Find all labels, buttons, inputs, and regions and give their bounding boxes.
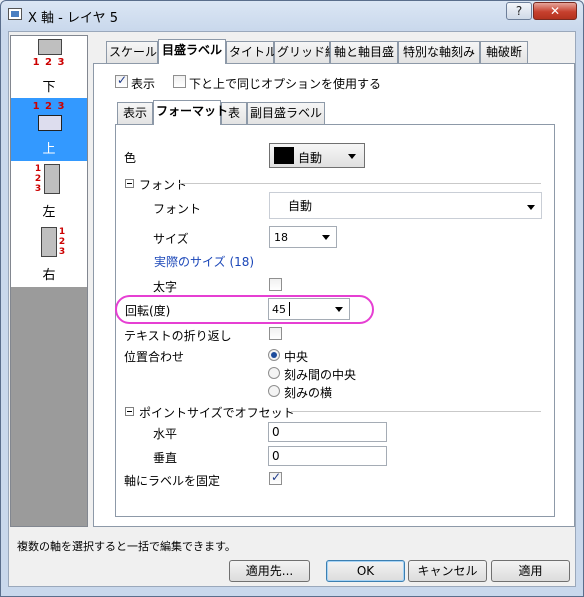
fix-label: 軸にラベルを固定 xyxy=(124,474,221,488)
axis-left-digit: 1 xyxy=(34,164,42,174)
rotation-combobox[interactable]: 45 xyxy=(268,298,350,320)
color-swatch xyxy=(274,147,294,164)
font-section-title: フォント xyxy=(139,178,188,192)
ok-button[interactable]: OK xyxy=(326,560,405,582)
tab-grid-lines[interactable]: グリッド線 xyxy=(274,41,337,63)
color-dropdown[interactable]: 自動 xyxy=(269,143,365,168)
size-label: サイズ xyxy=(153,232,189,246)
align-center-radio[interactable] xyxy=(268,349,280,361)
status-text: 複数の軸を選択すると一括で編集できます。 xyxy=(17,540,236,553)
axis-item-label: 上 xyxy=(42,142,56,157)
color-label: 色 xyxy=(124,151,137,165)
axis-right-digit: 2 xyxy=(58,237,66,247)
window-icon xyxy=(8,8,22,20)
tab-tick-labels[interactable]: 目盛ラベル xyxy=(158,39,226,64)
same-options-checkbox[interactable] xyxy=(173,75,186,88)
tab-title[interactable]: タイトル xyxy=(226,41,277,63)
actual-size-link[interactable]: 実際のサイズ (18) xyxy=(154,253,254,270)
dialog-window: X 軸 - レイヤ 5 ? ✕ 1 2 3 下 1 2 3 上 1 2 3 左 … xyxy=(0,0,584,597)
subtab-minor-tick-labels[interactable]: 副目盛ラベル xyxy=(247,102,325,124)
chevron-down-icon xyxy=(322,235,330,240)
align-label: 位置合わせ xyxy=(124,350,185,364)
axis-top-icon xyxy=(38,115,62,131)
close-button[interactable]: ✕ xyxy=(533,2,577,20)
subtab-format[interactable]: フォーマット xyxy=(153,100,228,125)
axis-left-digit: 3 xyxy=(34,184,42,194)
tab-scale[interactable]: スケール xyxy=(106,41,158,63)
chevron-down-icon xyxy=(348,154,356,159)
bold-checkbox[interactable] xyxy=(269,278,282,291)
size-value: 18 xyxy=(274,231,288,244)
axis-item-left[interactable]: 1 2 3 左 xyxy=(11,161,87,224)
axis-item-label: 左 xyxy=(42,205,56,220)
axis-right-icon xyxy=(41,227,57,257)
horizontal-label: 水平 xyxy=(153,427,178,441)
align-option-label: 中央 xyxy=(284,350,309,364)
font-section-collapse-icon[interactable] xyxy=(125,179,134,188)
font-label: フォント xyxy=(153,202,202,216)
tab-special-ticks[interactable]: 特別な軸刻み xyxy=(398,41,480,63)
font-value: 自動 xyxy=(288,199,313,213)
tab-line-and-ticks[interactable]: 軸と軸目盛 xyxy=(330,41,398,63)
text-cursor xyxy=(289,302,290,316)
same-options-label: 下と上で同じオプションを使用する xyxy=(189,77,382,91)
main-tabs: スケール 目盛ラベル タイトル グリッド線 軸と軸目盛 特別な軸刻み 軸破断 xyxy=(1,39,583,64)
offset-section-divider xyxy=(291,411,541,412)
apply-button[interactable]: 適用 xyxy=(491,560,570,582)
rotation-value[interactable]: 45 xyxy=(272,303,286,316)
cancel-button[interactable]: キャンセル xyxy=(408,560,487,582)
axis-item-top[interactable]: 1 2 3 上 xyxy=(11,98,87,161)
color-value: 自動 xyxy=(298,151,323,165)
font-dropdown[interactable]: 自動 xyxy=(269,192,542,219)
axis-right-digit: 1 xyxy=(58,227,66,237)
align-option-label: 刻みの横 xyxy=(284,386,333,400)
rotation-label: 回転(度) xyxy=(125,304,171,318)
axis-item-right[interactable]: 1 2 3 右 xyxy=(11,224,87,287)
show-labels-label: 表示 xyxy=(131,77,156,91)
axis-list: 1 2 3 下 1 2 3 上 1 2 3 左 1 2 3 右 xyxy=(10,35,88,527)
tab-axis-break[interactable]: 軸破断 xyxy=(480,41,528,63)
axis-right-digit: 3 xyxy=(58,247,66,257)
axis-left-icon xyxy=(44,164,60,194)
align-beside-ticks-radio[interactable] xyxy=(268,385,280,397)
axis-left-digit: 2 xyxy=(34,174,42,184)
offset-section-title: ポイントサイズでオフセット xyxy=(139,406,295,420)
apply-to-button[interactable]: 適用先... xyxy=(229,560,310,582)
title-bar[interactable]: X 軸 - レイヤ 5 ? ✕ xyxy=(1,1,583,29)
fix-labels-checkbox[interactable] xyxy=(269,470,282,485)
font-section-divider xyxy=(179,183,541,184)
vertical-offset-input[interactable]: 0 xyxy=(268,446,387,466)
window-title: X 軸 - レイヤ 5 xyxy=(28,11,119,26)
show-labels-checkbox[interactable] xyxy=(115,73,128,88)
offset-section-collapse-icon[interactable] xyxy=(125,407,134,416)
wrap-label: テキストの折り返し xyxy=(124,329,232,343)
subtab-display[interactable]: 表示 xyxy=(117,102,153,124)
align-option-label: 刻み間の中央 xyxy=(284,368,357,382)
bold-label: 太字 xyxy=(153,280,178,294)
vertical-label: 垂直 xyxy=(153,451,178,465)
align-between-ticks-radio[interactable] xyxy=(268,367,280,379)
horizontal-offset-input[interactable]: 0 xyxy=(268,422,387,442)
help-button[interactable]: ? xyxy=(506,2,532,20)
chevron-down-icon xyxy=(527,205,535,210)
chevron-down-icon xyxy=(335,307,343,312)
size-dropdown[interactable]: 18 xyxy=(269,226,337,248)
axis-item-label: 下 xyxy=(42,80,56,95)
axis-item-label: 右 xyxy=(42,268,56,283)
wrap-checkbox[interactable] xyxy=(269,327,282,340)
axis-top-digits: 1 2 3 xyxy=(32,101,66,112)
